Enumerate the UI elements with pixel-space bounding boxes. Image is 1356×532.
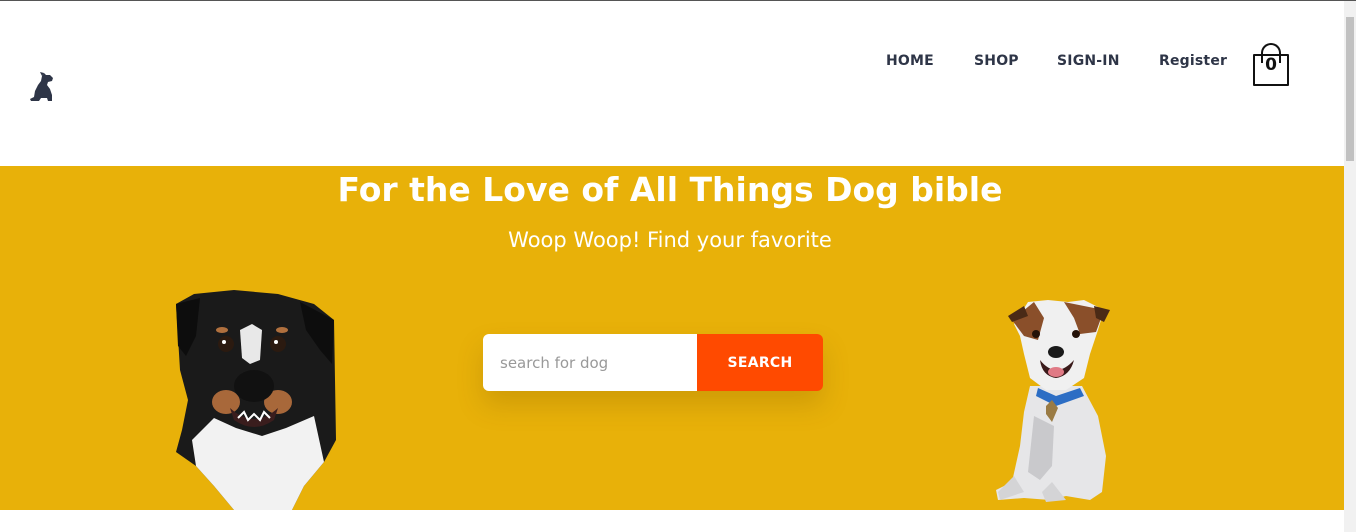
- search-button[interactable]: SEARCH: [697, 334, 823, 391]
- nav-register[interactable]: Register: [1159, 53, 1227, 69]
- page-content-start: [0, 510, 1344, 532]
- search-input[interactable]: [483, 334, 697, 391]
- nav-sign-in[interactable]: SIGN-IN: [1057, 53, 1120, 69]
- nav-home[interactable]: HOME: [886, 53, 934, 69]
- vertical-scrollbar[interactable]: [1344, 1, 1356, 532]
- hero-title: For the Love of All Things Dog bible: [337, 170, 1003, 209]
- black-and-white-dog-photo: [174, 290, 338, 510]
- cart-button[interactable]: 0: [1252, 41, 1292, 89]
- jack-russell-terrier-photo: [994, 296, 1116, 502]
- site-header: HOME SHOP SIGN-IN Register 0: [0, 1, 1344, 166]
- dog-silhouette-icon: [30, 72, 53, 101]
- hero-banner: For the Love of All Things Dog bible Woo…: [0, 166, 1344, 510]
- nav-shop[interactable]: SHOP: [974, 53, 1019, 69]
- logo[interactable]: [28, 71, 56, 105]
- search-form: SEARCH: [483, 334, 823, 391]
- hero-subtitle: Woop Woop! Find your favorite: [508, 228, 832, 252]
- scrollbar-thumb[interactable]: [1346, 17, 1354, 161]
- cart-count: 0: [1265, 55, 1277, 75]
- main-nav: HOME SHOP SIGN-IN Register: [0, 53, 1344, 73]
